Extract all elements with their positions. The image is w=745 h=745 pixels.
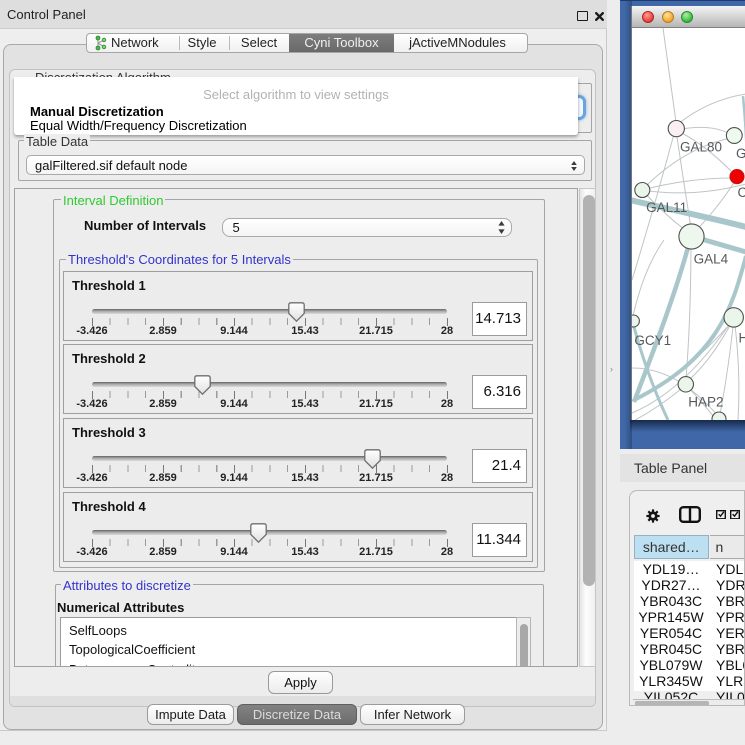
svg-text:GAL4: GAL4 [694, 251, 729, 266]
svg-text:GCY1: GCY1 [634, 333, 671, 348]
svg-text:HAP2: HAP2 [688, 395, 723, 410]
svg-text:CDC1: CDC1 [738, 185, 745, 200]
svg-text:GAL1: GAL1 [736, 146, 745, 161]
svg-text:HIS4: HIS4 [739, 331, 745, 346]
svg-text:GAL11: GAL11 [646, 200, 687, 215]
svg-text:GAL80: GAL80 [680, 140, 722, 155]
